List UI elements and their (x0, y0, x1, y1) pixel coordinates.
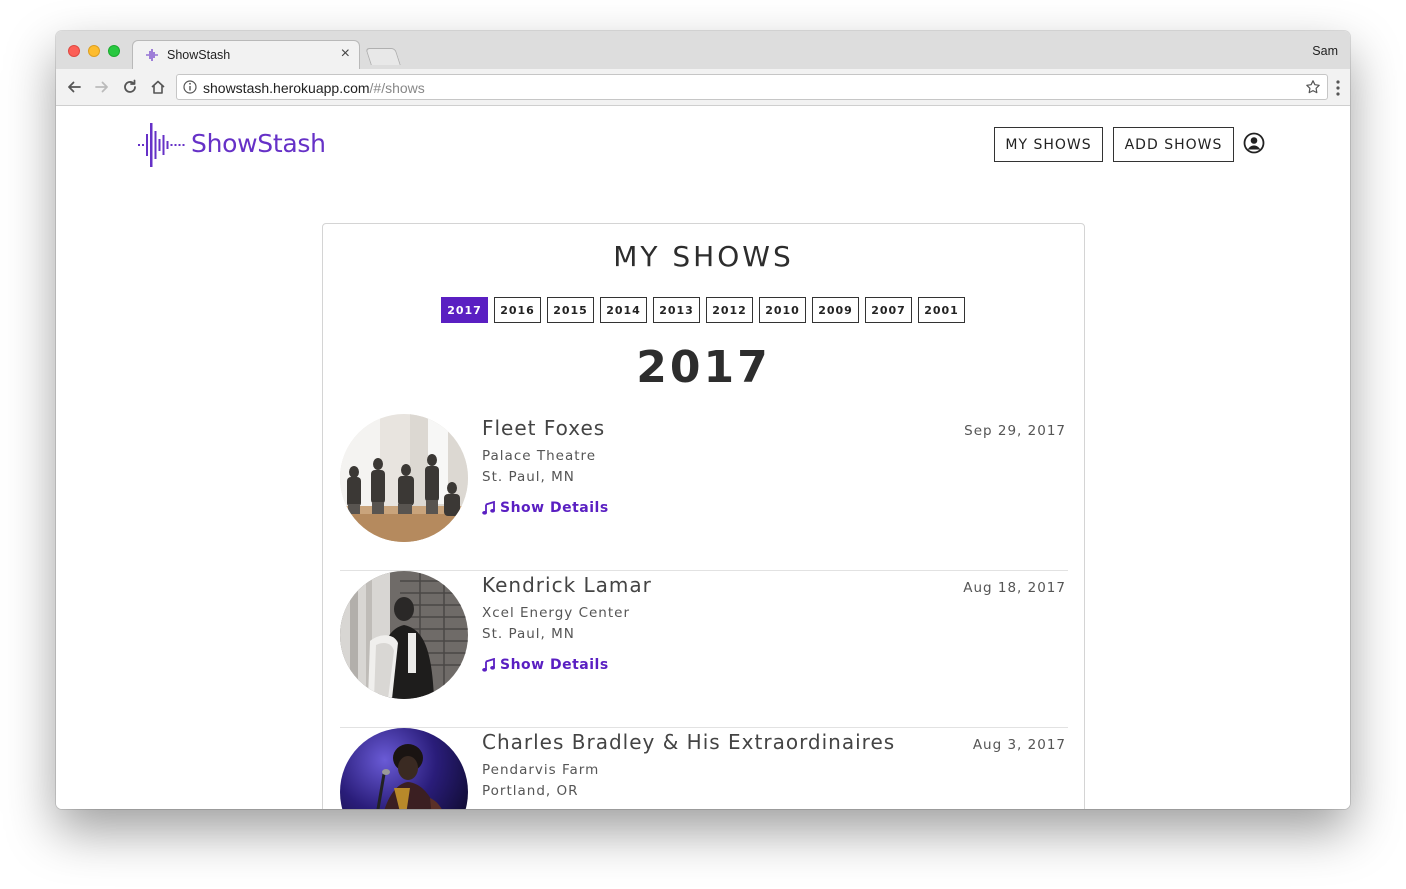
user-account-icon[interactable] (1243, 132, 1265, 154)
url-path: /#/shows (369, 80, 425, 96)
show-date: Aug 3, 2017 (972, 737, 1066, 753)
tab-title: ShowStash (167, 48, 231, 62)
artist-photo (340, 571, 468, 699)
year-button-2012[interactable]: 2012 (706, 297, 753, 323)
nav-add-shows-button[interactable]: ADD SHOWS (1113, 127, 1234, 162)
show-details-label: Show Details (500, 500, 609, 516)
venue-name: Pendarvis Farm (482, 762, 600, 778)
browser-toolbar: showstash.herokuapp.com/#/shows (56, 69, 1350, 106)
venue-name: Xcel Energy Center (482, 605, 631, 621)
music-note-icon (482, 501, 495, 515)
browser-window: ShowStash × Sam showstash.herokuapp.com/… (56, 31, 1350, 809)
year-button-2009[interactable]: 2009 (812, 297, 859, 323)
artist-name: Kendrick Lamar (482, 573, 652, 597)
maximize-window-button[interactable] (108, 45, 120, 57)
url-host: showstash.herokuapp.com (203, 80, 370, 96)
logo-text: ShowStash (191, 129, 326, 158)
site-info-icon[interactable] (183, 80, 197, 94)
address-bar[interactable]: showstash.herokuapp.com/#/shows (176, 74, 1328, 100)
year-button-2015[interactable]: 2015 (547, 297, 594, 323)
url-text[interactable]: showstash.herokuapp.com/#/shows (203, 80, 425, 96)
show-details-label: Show Details (500, 657, 609, 673)
venue-city: Portland, OR (482, 783, 579, 799)
profile-name[interactable]: Sam (1312, 44, 1338, 58)
close-window-button[interactable] (68, 45, 80, 57)
browser-menu-icon[interactable] (1336, 80, 1340, 96)
new-tab-button[interactable] (365, 48, 401, 65)
waveform-favicon-icon (146, 49, 158, 61)
venue-city: St. Paul, MN (482, 626, 575, 642)
site-logo[interactable]: ShowStash (138, 121, 338, 169)
artist-photo (340, 414, 468, 542)
show-details-link[interactable]: Show Details (482, 657, 609, 673)
show-item: Kendrick Lamar Xcel Energy Center St. Pa… (340, 571, 1068, 728)
page-viewport: ShowStash MY SHOWS ADD SHOWS MY SHOWS 20… (56, 107, 1350, 809)
back-arrow-icon[interactable] (65, 78, 83, 96)
forward-arrow-icon[interactable] (93, 78, 111, 96)
shows-card: MY SHOWS 2017 2016 2015 2014 2013 2012 2… (322, 223, 1085, 809)
bookmark-star-icon[interactable] (1305, 79, 1321, 95)
venue-city: St. Paul, MN (482, 469, 575, 485)
close-tab-icon[interactable]: × (341, 45, 350, 63)
year-button-2016[interactable]: 2016 (494, 297, 541, 323)
home-icon[interactable] (149, 78, 167, 96)
page-title: MY SHOWS (613, 240, 794, 273)
show-item: Fleet Foxes Palace Theatre St. Paul, MN … (340, 414, 1068, 571)
year-heading: 2017 (636, 342, 771, 393)
show-details-link[interactable]: Show Details (482, 500, 609, 516)
artist-photo (340, 728, 468, 809)
venue-name: Palace Theatre (482, 448, 597, 464)
year-button-2010[interactable]: 2010 (759, 297, 806, 323)
music-note-icon (482, 658, 495, 672)
year-button-2014[interactable]: 2014 (600, 297, 647, 323)
title-bar: ShowStash × Sam (56, 31, 1350, 69)
artist-name: Charles Bradley & His Extraordinaires (482, 730, 896, 754)
year-button-2017[interactable]: 2017 (441, 297, 488, 323)
waveform-logo-icon (138, 123, 185, 167)
year-button-2001[interactable]: 2001 (918, 297, 965, 323)
show-date: Aug 18, 2017 (963, 580, 1066, 596)
year-button-2007[interactable]: 2007 (865, 297, 912, 323)
show-item: Charles Bradley & His Extraordinaires Pe… (340, 728, 1068, 809)
artist-name: Fleet Foxes (482, 416, 606, 440)
reload-icon[interactable] (121, 78, 139, 96)
nav-my-shows-button[interactable]: MY SHOWS (994, 127, 1103, 162)
minimize-window-button[interactable] (88, 45, 100, 57)
year-button-2013[interactable]: 2013 (653, 297, 700, 323)
show-date: Sep 29, 2017 (964, 423, 1066, 439)
browser-tab-active[interactable]: ShowStash × (132, 40, 360, 69)
